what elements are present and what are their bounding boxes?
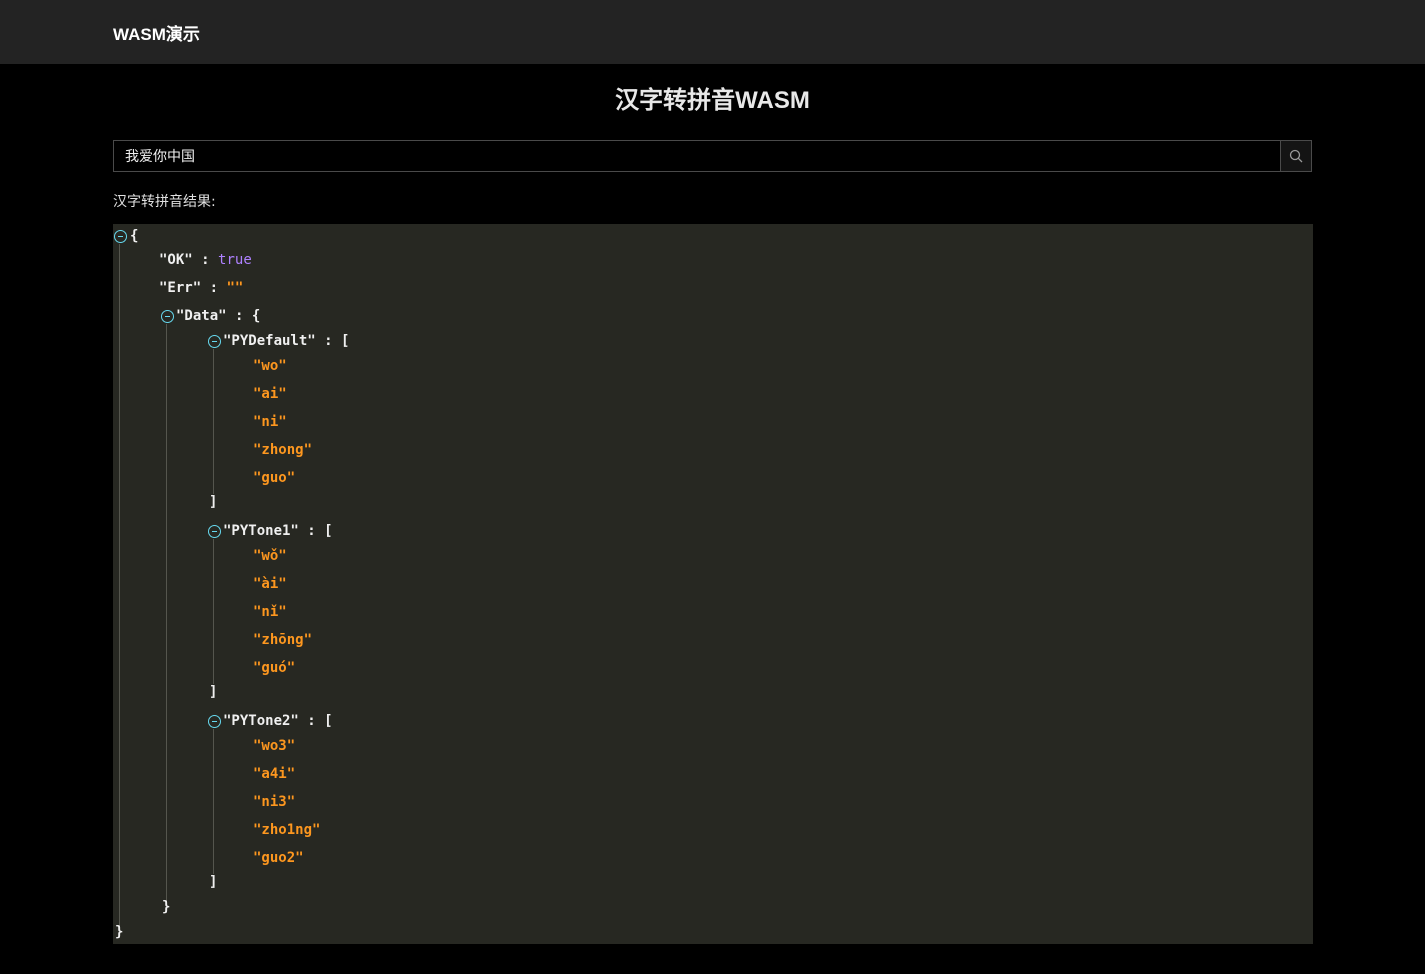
array-item: "wo3" [253, 738, 296, 754]
array-close-bracket: ] [209, 874, 218, 890]
indent-guide [213, 729, 214, 874]
json-row-ok: "OK" : true [159, 252, 252, 268]
indent-guide [166, 324, 167, 904]
root-open-brace: { [130, 228, 139, 244]
json-key-ok: "OK" [159, 252, 193, 268]
page-title: 汉字转拼音WASM [615, 87, 810, 114]
json-key-data: "Data" [176, 308, 227, 324]
search-button[interactable] [1280, 140, 1312, 172]
indent-guide [213, 349, 214, 494]
array-item: "guó" [253, 660, 296, 676]
search-input[interactable] [113, 140, 1280, 172]
array-close-bracket: ] [209, 684, 218, 700]
data-close-brace: } [162, 899, 171, 915]
json-row-pydefault: "PYDefault" : [ [223, 333, 350, 349]
collapse-data-toggle-icon[interactable] [161, 310, 174, 323]
json-row-data: "Data" : { [176, 308, 261, 324]
search-bar [113, 140, 1312, 172]
brand-logo-text[interactable]: WASM演示 [113, 20, 200, 45]
json-row-pytone1: "PYTone1" : [ [223, 523, 333, 539]
array-item: "wo" [253, 358, 287, 374]
array-item: "ni3" [253, 794, 296, 810]
array-item: "guo2" [253, 850, 304, 866]
json-row-pytone2: "PYTone2" : [ [223, 713, 333, 729]
array-item: "a4i" [253, 766, 296, 782]
root-close-brace: } [115, 924, 124, 940]
array-item: "ni" [253, 414, 287, 430]
collapse-pydefault-toggle-icon[interactable] [208, 335, 221, 348]
array-item: "nǐ" [253, 604, 287, 620]
collapse-root-toggle-icon[interactable] [114, 230, 127, 243]
indent-guide [213, 539, 214, 684]
json-viewer: { "OK" : true "Err" : "" "Data" : { "PYD… [113, 224, 1313, 944]
array-item: "ai" [253, 386, 287, 402]
collapse-pytone1-toggle-icon[interactable] [208, 525, 221, 538]
array-item: "guo" [253, 470, 296, 486]
array-item: "zhōng" [253, 632, 313, 648]
collapse-pytone2-toggle-icon[interactable] [208, 715, 221, 728]
json-row-err: "Err" : "" [159, 280, 244, 296]
search-icon [1289, 149, 1303, 163]
indent-guide [119, 244, 120, 929]
array-item: "zho1ng" [253, 822, 321, 838]
array-item: "wǒ" [253, 548, 287, 564]
array-item: "zhong" [253, 442, 313, 458]
array-close-bracket: ] [209, 494, 218, 510]
json-value-err: "" [226, 280, 244, 296]
json-value-ok: true [218, 252, 252, 268]
array-item: "ài" [253, 576, 287, 592]
top-nav-bar: WASM演示 [0, 0, 1425, 64]
json-key-err: "Err" [159, 280, 202, 296]
result-label: 汉字转拼音结果: [113, 194, 216, 210]
